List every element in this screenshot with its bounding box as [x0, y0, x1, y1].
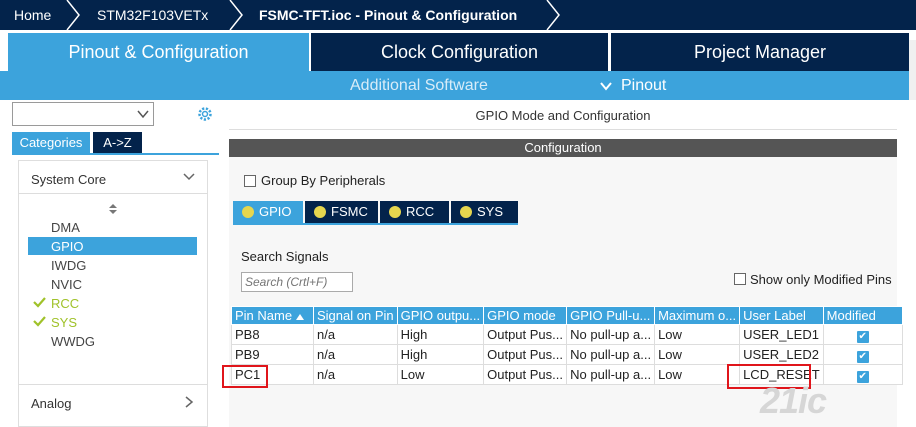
check-icon	[33, 297, 46, 308]
cell-gpio-output: High	[396, 344, 485, 365]
cell-signal: n/a	[313, 344, 398, 365]
column-header-max-speed[interactable]: Maximum o...	[654, 306, 741, 325]
tab-fsmc-label: FSMC	[331, 204, 368, 219]
configuration-header: Configuration	[229, 139, 897, 157]
column-header-gpio-mode[interactable]: GPIO mode	[483, 306, 568, 325]
category-item-gpio[interactable]: GPIO	[51, 239, 84, 254]
breadcrumb-file[interactable]: FSMC-TFT.ioc - Pinout & Configuration	[259, 0, 517, 30]
category-item-nvic[interactable]: NVIC	[51, 277, 82, 292]
sub-toolbar: Additional Software Pinout	[0, 71, 916, 100]
tab-rcc-label: RCC	[406, 204, 435, 219]
chevron-down-icon	[137, 110, 149, 119]
table-row[interactable]: PB9 n/a High Output Pus... No pull-up a.…	[231, 344, 903, 365]
main-tabs: Pinout & Configuration Clock Configurati…	[0, 33, 916, 71]
modified-checkbox[interactable]: ✔	[856, 350, 869, 363]
tab-rcc[interactable]: RCC	[380, 201, 449, 223]
highlight-pin-name	[222, 365, 268, 388]
category-item-iwdg[interactable]: IWDG	[51, 258, 86, 273]
status-ok-icon	[389, 206, 401, 218]
cell-user-label: USER_LED2	[739, 344, 824, 365]
status-ok-icon	[314, 206, 326, 218]
cell-gpio-pull: No pull-up a...	[566, 324, 656, 345]
column-header-pin-name[interactable]: Pin Name	[231, 306, 314, 325]
cell-user-label: USER_LED1	[739, 324, 824, 345]
status-ok-icon	[460, 206, 472, 218]
category-item-wwdg[interactable]: WWDG	[51, 334, 95, 349]
column-header-label: Pin Name	[235, 308, 293, 323]
stm32cubemx-window: Home STM32F103VETx FSMC-TFT.ioc - Pinout…	[0, 0, 916, 427]
divider	[18, 193, 208, 194]
chevron-down-icon[interactable]	[183, 172, 195, 182]
sort-icon[interactable]	[108, 203, 118, 215]
cell-gpio-pull: No pull-up a...	[566, 364, 656, 385]
tab-sys-label: SYS	[477, 204, 504, 219]
cell-modified: ✔	[822, 344, 903, 365]
table-row[interactable]: PB8 n/a High Output Pus... No pull-up a.…	[231, 324, 903, 345]
sort-ascending-icon	[296, 313, 305, 320]
category-system-core[interactable]: System Core	[31, 172, 106, 187]
table-header-row: Pin Name Signal on Pin GPIO outpu... GPI…	[231, 306, 903, 325]
cell-signal: n/a	[313, 364, 398, 385]
breadcrumb: Home STM32F103VETx FSMC-TFT.ioc - Pinout…	[0, 0, 916, 30]
group-by-peripherals-checkbox[interactable]	[244, 175, 256, 187]
tab-underline	[233, 223, 518, 225]
category-item-rcc[interactable]: RCC	[51, 296, 79, 311]
chevron-right-icon	[66, 0, 80, 30]
chevron-right-icon	[546, 0, 560, 30]
search-signals-label: Search Signals	[241, 249, 329, 264]
column-header-gpio-pull[interactable]: GPIO Pull-u...	[566, 306, 656, 325]
tab-categories[interactable]: Categories	[12, 132, 90, 153]
cell-gpio-mode: Output Pus...	[483, 364, 568, 385]
tab-underline	[12, 153, 219, 155]
tab-pinout-configuration[interactable]: Pinout & Configuration	[8, 33, 309, 71]
cell-gpio-output: Low	[396, 364, 485, 385]
category-item-sys[interactable]: SYS	[51, 315, 77, 330]
category-search-combo[interactable]	[12, 102, 154, 126]
column-header-modified[interactable]: Modified	[822, 306, 903, 325]
status-ok-icon	[242, 206, 254, 218]
chevron-right-icon	[229, 0, 243, 30]
column-header-gpio-output[interactable]: GPIO outpu...	[396, 306, 485, 325]
gear-icon[interactable]	[196, 105, 214, 123]
tab-gpio-label: GPIO	[259, 204, 292, 219]
tab-a-to-z[interactable]: A->Z	[93, 132, 142, 153]
chevron-down-icon	[600, 82, 612, 91]
cell-gpio-mode: Output Pus...	[483, 344, 568, 365]
cell-pin-name: PB8	[231, 324, 314, 345]
divider	[18, 384, 208, 385]
group-by-peripherals-label: Group By Peripherals	[261, 173, 386, 188]
category-item-dma[interactable]: DMA	[51, 220, 80, 235]
chevron-right-icon[interactable]	[184, 396, 194, 408]
cell-gpio-output: High	[396, 324, 485, 345]
cell-signal: n/a	[313, 324, 398, 345]
show-modified-checkbox[interactable]	[734, 273, 746, 285]
check-icon	[33, 316, 46, 327]
column-header-user-label[interactable]: User Label	[739, 306, 824, 325]
category-analog[interactable]: Analog	[31, 396, 71, 411]
tab-sys[interactable]: SYS	[451, 201, 518, 223]
breadcrumb-mcu[interactable]: STM32F103VETx	[97, 0, 208, 30]
tab-gpio[interactable]: GPIO	[233, 201, 303, 223]
cell-max-speed: Low	[654, 324, 741, 345]
show-modified-label: Show only Modified Pins	[750, 272, 892, 287]
modified-checkbox[interactable]: ✔	[856, 330, 869, 343]
cell-gpio-mode: Output Pus...	[483, 324, 568, 345]
additional-software-menu[interactable]: Additional Software	[350, 71, 488, 100]
pinout-menu[interactable]: Pinout	[621, 71, 666, 100]
tab-fsmc[interactable]: FSMC	[305, 201, 378, 223]
tab-project-manager[interactable]: Project Manager	[611, 33, 909, 71]
cell-pin-name: PB9	[231, 344, 314, 365]
column-header-signal[interactable]: Signal on Pin	[313, 306, 398, 325]
category-panel	[18, 160, 208, 427]
cell-gpio-pull: No pull-up a...	[566, 344, 656, 365]
breadcrumb-home[interactable]: Home	[14, 0, 51, 30]
watermark: 21ic	[760, 380, 827, 421]
mode-configuration-title: GPIO Mode and Configuration	[229, 102, 897, 130]
search-signals-input[interactable]	[241, 272, 353, 292]
cell-max-speed: Low	[654, 344, 741, 365]
tab-clock-configuration[interactable]: Clock Configuration	[311, 33, 608, 71]
cell-modified: ✔	[822, 324, 903, 345]
